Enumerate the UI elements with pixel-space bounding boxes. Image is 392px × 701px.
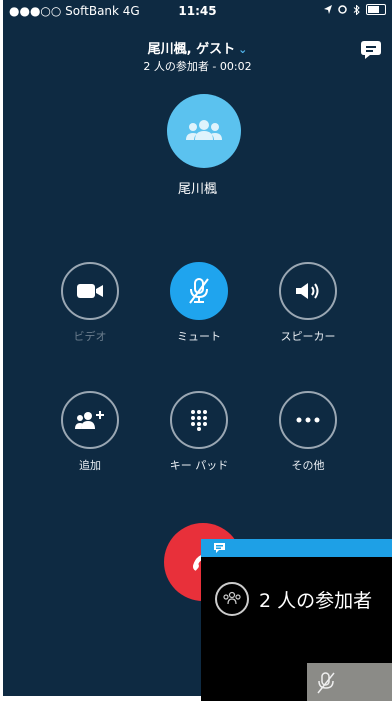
- battery-icon: [366, 4, 386, 15]
- speaker-label: スピーカー: [280, 330, 336, 343]
- overlay-participants: 2 人の参加者: [215, 582, 372, 616]
- video-button[interactable]: ビデオ: [45, 262, 135, 344]
- video-camera-icon: [77, 284, 103, 298]
- mute-button-circle[interactable]: [170, 262, 228, 320]
- chevron-down-icon: ⌄: [238, 43, 248, 56]
- chat-icon: [361, 41, 381, 59]
- microphone-muted-icon: [189, 278, 209, 304]
- overlay-header-bar: [201, 539, 392, 557]
- group-icon: [186, 120, 222, 140]
- callee-name: 尾川楓: [177, 182, 217, 197]
- add-participant-button-circle[interactable]: [61, 391, 119, 449]
- participants-icon: [215, 582, 249, 616]
- more-label: その他: [291, 459, 325, 472]
- speaker-button-circle[interactable]: [279, 262, 337, 320]
- mute-label: ミュート: [177, 330, 221, 343]
- overlay-video-preview: [307, 663, 392, 701]
- alarm-icon: [338, 5, 347, 14]
- bluetooth-icon: [353, 4, 360, 15]
- chat-button[interactable]: [360, 40, 382, 60]
- keypad-button[interactable]: キー パッド: [154, 391, 244, 473]
- video-label: ビデオ: [73, 330, 107, 343]
- video-button-circle[interactable]: [61, 262, 119, 320]
- speaker-icon: [296, 283, 319, 299]
- add-participant-button[interactable]: 追加: [45, 391, 135, 473]
- overlay-participants-text: 2 人の参加者: [259, 589, 373, 612]
- notification-overlay[interactable]: 2 人の参加者: [201, 539, 392, 701]
- add-participant-icon: [75, 411, 104, 429]
- microphone-muted-icon: [317, 672, 335, 694]
- more-button[interactable]: その他: [263, 391, 353, 473]
- keypad-label: キー パッド: [169, 459, 229, 472]
- avatar: [167, 94, 241, 168]
- mute-button[interactable]: ミュート: [154, 262, 244, 344]
- call-subtitle: 2 人の参加者 - 00:02: [143, 60, 252, 73]
- status-icons: [324, 4, 386, 15]
- status-bar: ●●●○○ SoftBank 4G 11:45: [3, 0, 392, 22]
- keypad-icon: [191, 410, 207, 431]
- speaker-button[interactable]: スピーカー: [263, 262, 353, 344]
- keypad-button-circle[interactable]: [170, 391, 228, 449]
- location-icon: [324, 5, 332, 14]
- more-button-circle[interactable]: [279, 391, 337, 449]
- chat-icon: [214, 543, 225, 553]
- add-label: 追加: [79, 459, 101, 472]
- call-title[interactable]: 尾川楓, ゲスト ⌄: [3, 38, 392, 57]
- call-title-text: 尾川楓, ゲスト: [147, 42, 236, 57]
- more-icon: [296, 417, 320, 423]
- call-header[interactable]: 尾川楓, ゲスト ⌄ 2 人の参加者 - 00:02: [3, 38, 392, 74]
